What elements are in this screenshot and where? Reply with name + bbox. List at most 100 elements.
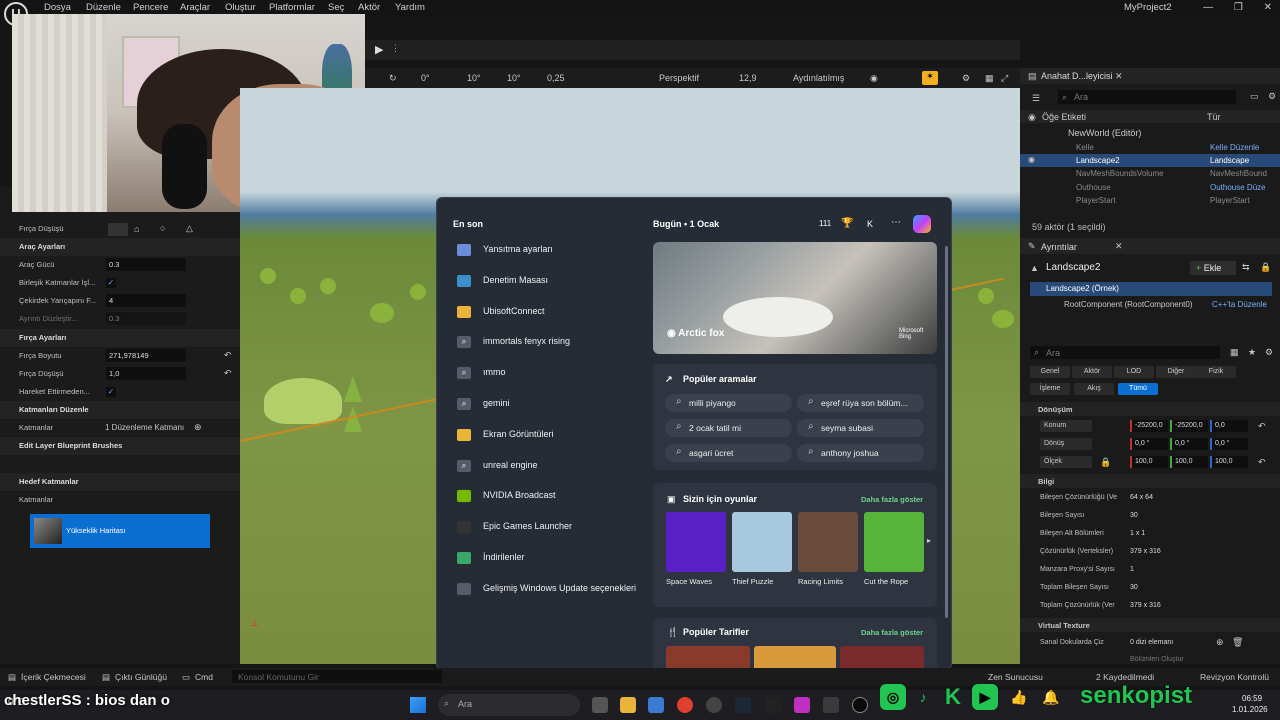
trophy-icon[interactable]: 🏆 xyxy=(841,218,853,229)
star-icon[interactable]: ★ xyxy=(1248,347,1256,358)
game-tile[interactable] xyxy=(798,512,858,572)
menu-window[interactable]: Pencere xyxy=(133,2,168,13)
search-pill[interactable]: seyma subasi xyxy=(797,419,924,437)
clock-date[interactable]: 1.01.2026 xyxy=(1232,705,1268,714)
reset-icon[interactable]: ↶ xyxy=(224,368,232,379)
rotation-dropdown[interactable]: Dönüş xyxy=(1040,438,1092,450)
world-row[interactable]: NewWorld (Editör) xyxy=(1068,128,1141,138)
github-icon[interactable] xyxy=(706,697,722,713)
menu-select[interactable]: Seç xyxy=(328,2,344,13)
filter-physics[interactable]: Fizik xyxy=(1196,366,1236,378)
menu-build[interactable]: Oluştur xyxy=(225,2,256,13)
explorer-icon[interactable] xyxy=(620,697,636,713)
reset-icon[interactable]: ↶ xyxy=(1258,421,1266,432)
menu-edit[interactable]: Düzenle xyxy=(86,2,121,13)
settings-icon[interactable]: ⚙ xyxy=(962,73,970,84)
lock-icon[interactable]: 🔒 xyxy=(1260,262,1271,273)
filter-lod[interactable]: LOD xyxy=(1114,366,1154,378)
points-count[interactable]: 111 xyxy=(819,219,831,228)
build-sections-button[interactable]: Bölümleri Oluştur xyxy=(1130,656,1184,663)
trash-icon[interactable]: 🗑 xyxy=(1232,637,1243,648)
core-radius-input[interactable]: 4 xyxy=(106,294,186,307)
info-header[interactable] xyxy=(1020,474,1280,488)
copilot-icon[interactable] xyxy=(913,215,931,233)
falloff-tip-icon[interactable]: △ xyxy=(186,223,193,234)
fov-dropdown[interactable]: 12,9 xyxy=(739,73,757,83)
scrollbar[interactable] xyxy=(945,246,948,618)
folder-icon[interactable]: ▭ xyxy=(1250,91,1259,102)
close-icon[interactable]: ✕ xyxy=(1115,71,1123,82)
settings-icon[interactable]: ⚙ xyxy=(1268,91,1276,102)
motion-checkbox[interactable]: ✓ xyxy=(106,387,116,397)
search-pill[interactable]: milli piyango xyxy=(665,394,792,412)
scale-dropdown[interactable]: Ölçek xyxy=(1040,456,1092,468)
angle-snap[interactable]: 0° xyxy=(421,73,430,83)
rotation-x[interactable]: 0,0 ° xyxy=(1130,438,1168,450)
unreal-taskbar-icon[interactable] xyxy=(852,697,868,713)
instance-row[interactable]: Landscape2 (Örnek) xyxy=(1030,282,1272,296)
brush-size-input[interactable]: 271,978149 xyxy=(106,349,186,362)
search-pill[interactable]: anthony joshua xyxy=(797,444,924,462)
edit-bp-header[interactable]: Edit Layer Blueprint Brushes xyxy=(19,441,122,450)
more-options-icon[interactable]: ⋮ xyxy=(391,43,400,54)
target-layers-header[interactable]: Hedef Katmanlar xyxy=(19,477,79,486)
menu-actor[interactable]: Aktör xyxy=(358,2,380,13)
details-tab[interactable]: Ayrıntılar xyxy=(1041,242,1077,252)
rotate-icon[interactable]: ↻ xyxy=(389,73,397,84)
settings-icon[interactable]: ⚙ xyxy=(1265,347,1273,358)
menu-tools[interactable]: Araçlar xyxy=(180,2,210,13)
location-x[interactable]: -25200,0 xyxy=(1130,420,1168,432)
outliner-row-type[interactable]: Kelle Düzenle xyxy=(1210,143,1259,152)
clock-time[interactable]: 06:59 xyxy=(1242,694,1262,703)
eye-icon[interactable]: ◉ xyxy=(1028,155,1035,164)
outliner-row[interactable]: Landscape2 Landscape ◉ xyxy=(1020,154,1280,168)
add-icon[interactable]: ⊕ xyxy=(194,422,202,433)
column-label[interactable]: Öğe Etiketi xyxy=(1042,112,1086,122)
lit-dropdown[interactable]: Aydınlatılmış xyxy=(793,73,844,83)
outliner-row[interactable]: Outhouse Outhouse Düze xyxy=(1020,181,1280,194)
game-tile[interactable] xyxy=(666,512,726,572)
recipes-more-link[interactable]: Daha fazla göster xyxy=(861,628,923,637)
reset-icon[interactable]: ↶ xyxy=(1258,457,1266,468)
heightmap-layer[interactable]: Yükseklik Haritası xyxy=(30,514,210,548)
search-pill[interactable]: 2 ocak tatil mi xyxy=(665,419,792,437)
falloff-smooth-button[interactable] xyxy=(108,223,128,236)
output-log-button[interactable]: Çıktı Günlüğü xyxy=(115,672,167,682)
filter-misc[interactable]: Diğer xyxy=(1156,366,1196,378)
add-icon[interactable]: ⊕ xyxy=(1216,637,1224,648)
scale-z[interactable]: 100,0 xyxy=(1210,456,1248,468)
app-icon[interactable] xyxy=(794,697,810,713)
zen-server[interactable]: Zen Sunucusu xyxy=(988,672,1043,682)
recipe-thumbnail[interactable] xyxy=(754,646,836,669)
app-icon[interactable] xyxy=(823,697,839,713)
close-icon[interactable]: ✕ xyxy=(1115,241,1123,252)
eye-icon[interactable]: ◉ xyxy=(870,73,878,84)
tool-strength-input[interactable]: 0.3 xyxy=(106,258,186,271)
recipe-thumbnail[interactable] xyxy=(840,646,924,669)
location-z[interactable]: 0,0 xyxy=(1210,420,1248,432)
falloff-linear-icon[interactable]: ⌂ xyxy=(134,224,139,234)
rotation-z[interactable]: 0,0 ° xyxy=(1210,438,1248,450)
add-component-button[interactable]: + Ekle xyxy=(1190,261,1236,275)
cmd-dropdown[interactable]: Cmd xyxy=(195,672,213,682)
next-icon[interactable]: ▸ xyxy=(927,536,931,545)
outliner-row[interactable]: Kelle Kelle Düzenle xyxy=(1020,141,1280,154)
scale-y[interactable]: 100,0 xyxy=(1170,456,1208,468)
outliner-search[interactable]: Ara xyxy=(1058,90,1236,104)
realtime-icon[interactable]: ✶ xyxy=(922,71,938,85)
search-pill[interactable]: asgari ücret xyxy=(665,444,792,462)
menu-platforms[interactable]: Platformlar xyxy=(269,2,315,13)
epic-icon[interactable] xyxy=(765,697,781,713)
bing-image[interactable]: ◉ Arctic fox Microsoft Bing xyxy=(653,242,937,354)
outliner-row[interactable]: PlayerStart PlayerStart xyxy=(1020,194,1280,207)
rotation-y[interactable]: 0,0 ° xyxy=(1170,438,1208,450)
edit-layers-header[interactable]: Katmanları Düzenle xyxy=(19,405,89,414)
smooth-input[interactable]: 0.3 xyxy=(106,312,186,325)
location-dropdown[interactable]: Konum xyxy=(1040,420,1092,432)
grid-snap[interactable]: 10° xyxy=(467,73,481,83)
console-input[interactable]: Konsol Komutunu Gir xyxy=(232,670,442,683)
grid-icon[interactable]: ▦ xyxy=(1230,347,1239,358)
games-more-link[interactable]: Daha fazla göster xyxy=(861,495,923,504)
recipe-thumbnail[interactable] xyxy=(666,646,750,669)
falloff-sphere-icon[interactable]: ○ xyxy=(160,223,165,233)
